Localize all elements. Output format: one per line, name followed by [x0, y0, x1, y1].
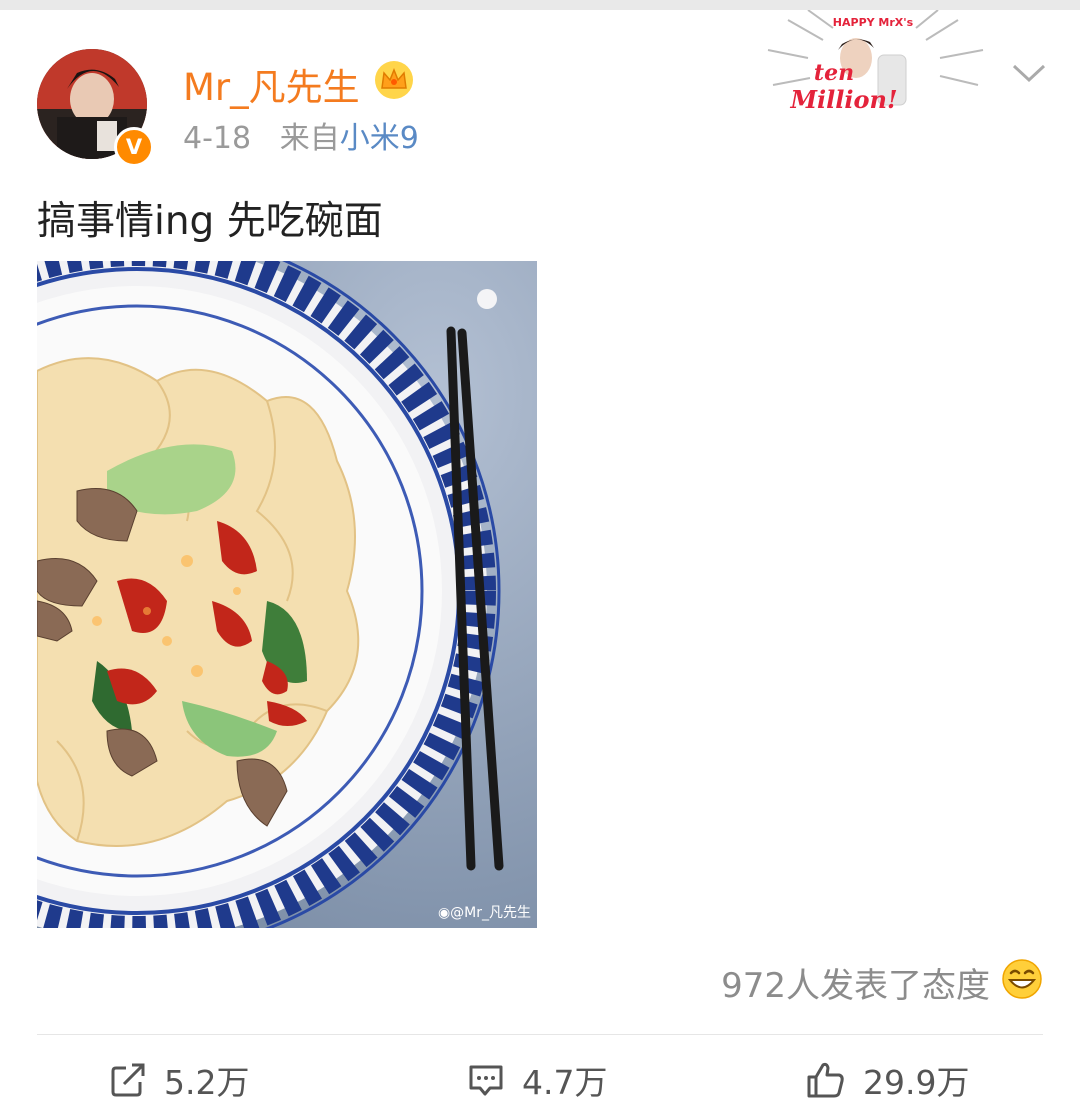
divider: [37, 1034, 1043, 1035]
post-text: 搞事情ing 先吃碗面: [37, 199, 383, 244]
weibo-logo-icon: ◉: [437, 905, 451, 921]
crown-icon: [375, 61, 413, 99]
share-icon: [111, 1063, 145, 1097]
post-image[interactable]: ◉@Mr_凡先生: [37, 261, 537, 928]
attitude-count[interactable]: 972人发表了态度: [721, 958, 990, 1007]
like-count: 29.9万: [863, 1063, 970, 1102]
like-button[interactable]: 29.9万: [805, 1055, 969, 1105]
share-button[interactable]: 5.2万: [108, 1055, 249, 1105]
source-prefix: 来自: [279, 121, 340, 156]
comment-count: 4.7万: [522, 1063, 608, 1102]
stamp-top-text: HAPPY MrX's: [833, 16, 914, 29]
post-meta: 4-18 来自小米9: [183, 113, 419, 157]
chevron-down-icon[interactable]: [1010, 60, 1048, 86]
comment-icon: [469, 1065, 503, 1096]
stamp-line2: Million!: [789, 85, 897, 114]
like-icon: [807, 1062, 844, 1098]
source-device-link[interactable]: 小米9: [340, 121, 419, 156]
post-time: 4-18: [183, 121, 252, 156]
author-name[interactable]: Mr_凡先生: [183, 57, 360, 111]
share-count: 5.2万: [164, 1063, 250, 1102]
ten-million-stamp: HAPPY MrX's ten Million!: [748, 9, 998, 118]
top-strip: [0, 0, 1080, 10]
verified-v-icon: V: [114, 127, 154, 167]
comment-button[interactable]: 4.7万: [466, 1055, 607, 1105]
stamp-line1: ten: [814, 60, 854, 86]
grin-emoji-icon[interactable]: [1002, 959, 1042, 999]
image-watermark: ◉@Mr_凡先生: [437, 905, 531, 921]
